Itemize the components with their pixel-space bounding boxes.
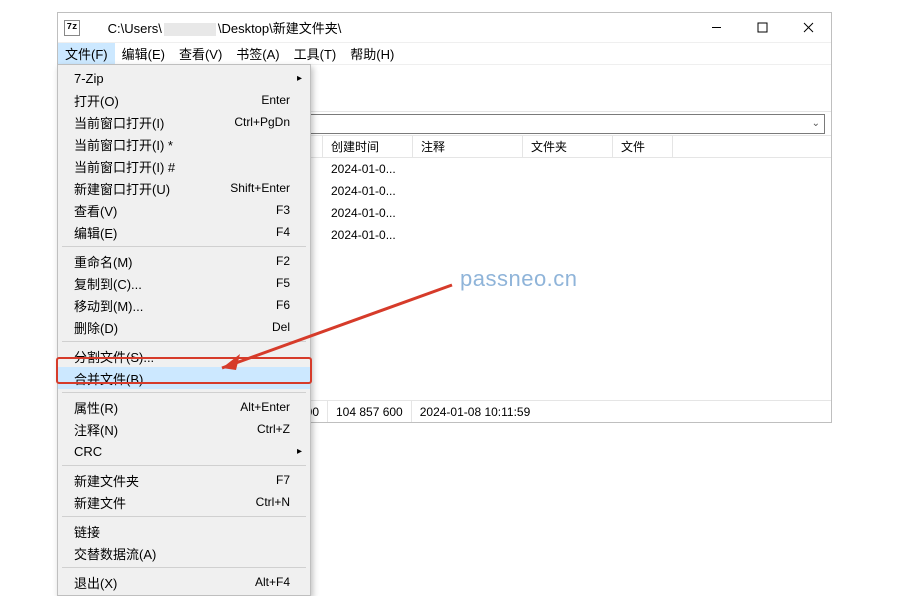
- col-folder[interactable]: 文件夹: [523, 136, 613, 157]
- menu-item-accelerator: Enter: [261, 93, 290, 107]
- col-file[interactable]: 文件: [613, 136, 673, 157]
- chevron-right-icon: ▸: [297, 446, 302, 457]
- col-comment[interactable]: 注释: [413, 136, 523, 157]
- menu-item-label: CRC: [74, 444, 290, 459]
- menu-item[interactable]: 链接: [58, 520, 310, 542]
- menu-item-accelerator: Shift+Enter: [230, 181, 290, 195]
- close-button[interactable]: [785, 13, 831, 43]
- menu-item[interactable]: 查看(V)F3: [58, 199, 310, 221]
- menu-item-label: 当前窗口打开(I) #: [74, 157, 290, 176]
- menu-item-accelerator: Alt+Enter: [240, 400, 290, 414]
- menu-separator: [62, 567, 306, 568]
- menu-item-accelerator: Ctrl+Z: [257, 422, 290, 436]
- menu-item[interactable]: 删除(D)Del: [58, 316, 310, 338]
- menu-item-label: 重命名(M): [74, 252, 276, 271]
- menu-item-label: 注释(N): [74, 420, 257, 439]
- menu-item[interactable]: 复制到(C)...F5: [58, 272, 310, 294]
- menu-item-label: 新建文件: [74, 493, 256, 512]
- menu-item-label: 当前窗口打开(I): [74, 113, 234, 132]
- menu-item[interactable]: 新建文件夹F7: [58, 469, 310, 491]
- chevron-right-icon: ▸: [297, 73, 302, 84]
- title-suffix: \Desktop\新建文件夹\: [218, 21, 342, 36]
- menu-item[interactable]: 编辑(E)F4: [58, 221, 310, 243]
- menu-item-label: 复制到(C)...: [74, 274, 276, 293]
- menu-separator: [62, 516, 306, 517]
- cell-created: 2024-01-0...: [323, 206, 413, 220]
- menubar: 文件(F) 编辑(E) 查看(V) 书签(A) 工具(T) 帮助(H): [58, 43, 831, 65]
- menu-item[interactable]: 当前窗口打开(I)Ctrl+PgDn: [58, 111, 310, 133]
- menu-item-label: 分割文件(S)...: [74, 347, 290, 366]
- menu-item[interactable]: 7-Zip ▸: [58, 67, 310, 89]
- app-icon: 7z: [64, 20, 80, 36]
- menu-item-label: 当前窗口打开(I) *: [74, 135, 290, 154]
- maximize-button[interactable]: [739, 13, 785, 43]
- menu-item-label: 退出(X): [74, 573, 255, 592]
- menu-item-label: 新建窗口打开(U): [74, 179, 230, 198]
- menu-item-label: 属性(R): [74, 398, 240, 417]
- title-prefix: C:\Users\: [108, 21, 162, 36]
- menu-separator: [62, 392, 306, 393]
- menu-file[interactable]: 文件(F): [58, 43, 115, 64]
- menu-item-label: 交替数据流(A): [74, 544, 290, 563]
- minimize-button[interactable]: [693, 13, 739, 43]
- cell-created: 2024-01-0...: [323, 228, 413, 242]
- menu-item-label: 编辑(E): [74, 223, 276, 242]
- menu-item-accelerator: Ctrl+PgDn: [234, 115, 290, 129]
- menu-item-accelerator: F7: [276, 473, 290, 487]
- menu-item[interactable]: 移动到(M)...F6: [58, 294, 310, 316]
- menu-item[interactable]: 退出(X)Alt+F4: [58, 571, 310, 593]
- menu-item[interactable]: 当前窗口打开(I) *: [58, 133, 310, 155]
- menu-item[interactable]: 注释(N)Ctrl+Z: [58, 418, 310, 440]
- menu-item[interactable]: 新建窗口打开(U)Shift+Enter: [58, 177, 310, 199]
- menu-item-label: 删除(D): [74, 318, 272, 337]
- file-menu-popup: 7-Zip▸打开(O)Enter当前窗口打开(I)Ctrl+PgDn当前窗口打开…: [57, 64, 311, 596]
- menu-item-accelerator: F2: [276, 254, 290, 268]
- menu-item-accelerator: Ctrl+N: [256, 495, 290, 509]
- menu-item-label: 查看(V): [74, 201, 276, 220]
- status-seg-3: 2024-01-08 10:11:59: [412, 401, 539, 422]
- menu-edit[interactable]: 编辑(E): [115, 43, 172, 64]
- menu-item-label: 打开(O): [74, 91, 261, 110]
- watermark: passneo.cn: [460, 266, 578, 292]
- menu-item[interactable]: 合并文件(B)...: [58, 367, 310, 389]
- menu-item-label: 新建文件夹: [74, 471, 276, 490]
- menu-item[interactable]: 交替数据流(A): [58, 542, 310, 564]
- menu-item[interactable]: 打开(O)Enter: [58, 89, 310, 111]
- menu-item[interactable]: 新建文件Ctrl+N: [58, 491, 310, 513]
- menu-item-label: 移动到(M)...: [74, 296, 276, 315]
- menu-item-accelerator: Del: [272, 320, 290, 334]
- menu-item[interactable]: 分割文件(S)...: [58, 345, 310, 367]
- menu-item[interactable]: CRC ▸: [58, 440, 310, 462]
- menu-separator: [62, 341, 306, 342]
- menu-item[interactable]: 重命名(M)F2: [58, 250, 310, 272]
- menu-item[interactable]: 当前窗口打开(I) #: [58, 155, 310, 177]
- cell-created: 2024-01-0...: [323, 162, 413, 176]
- menu-item-label: 合并文件(B)...: [74, 369, 290, 388]
- menu-separator: [62, 465, 306, 466]
- menu-bookmarks[interactable]: 书签(A): [229, 43, 286, 64]
- col-created[interactable]: 创建时间: [323, 136, 413, 157]
- menu-item-accelerator: F4: [276, 225, 290, 239]
- menu-separator: [62, 246, 306, 247]
- menu-view[interactable]: 查看(V): [172, 43, 229, 64]
- chevron-down-icon[interactable]: ⌄: [812, 118, 820, 129]
- status-seg-2: 104 857 600: [328, 401, 412, 422]
- cell-created: 2024-01-0...: [323, 184, 413, 198]
- menu-item-accelerator: F6: [276, 298, 290, 312]
- menu-item-accelerator: F5: [276, 276, 290, 290]
- menu-tools[interactable]: 工具(T): [287, 43, 344, 64]
- menu-item[interactable]: 属性(R)Alt+Enter: [58, 396, 310, 418]
- menu-help[interactable]: 帮助(H): [343, 43, 401, 64]
- titlebar[interactable]: 7z C:\Users\ \Desktop\新建文件夹\: [58, 13, 831, 43]
- menu-item-label: 链接: [74, 522, 290, 541]
- redacted-user: [164, 23, 216, 36]
- menu-item-accelerator: F3: [276, 203, 290, 217]
- menu-item-label: 7-Zip: [74, 71, 290, 86]
- window-buttons: [693, 13, 831, 43]
